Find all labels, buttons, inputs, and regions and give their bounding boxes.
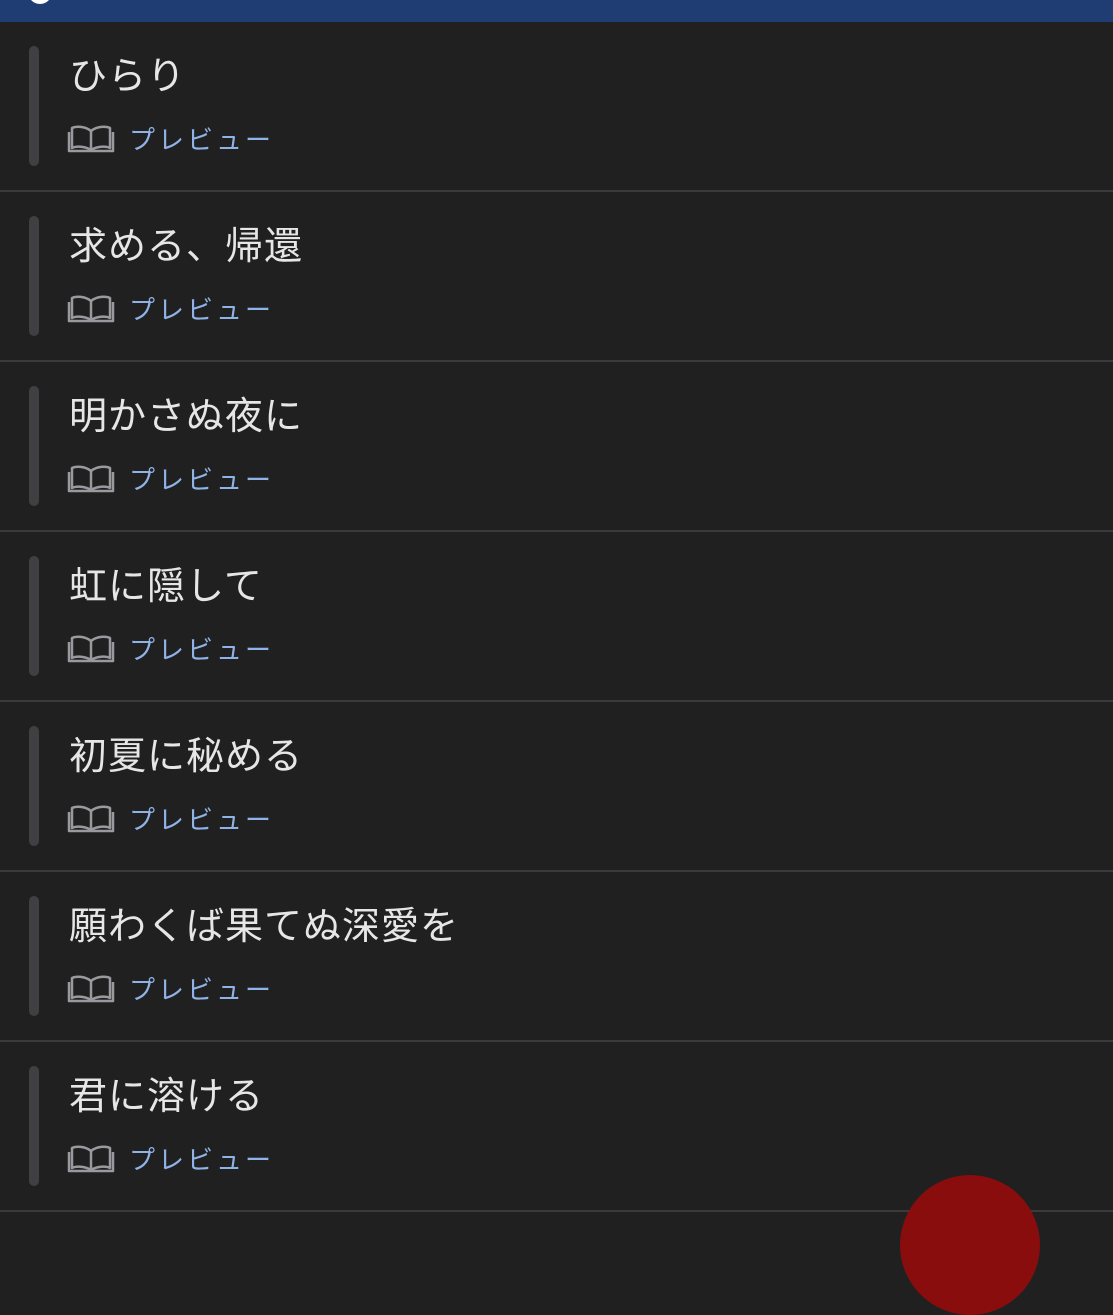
book-icon [67,465,115,493]
list-item[interactable]: 求める、帰還 プレビュー [0,192,1113,362]
item-accent-bar [29,896,39,1016]
chapter-list: ひらり プレビュー 求める、帰還 プレビュー 明かさぬ夜に プレビュー 虹に隠し… [0,22,1113,1212]
preview-link[interactable]: プレビュー [67,290,274,326]
book-icon [67,295,115,323]
item-title[interactable]: 虹に隠して [69,562,263,610]
item-title[interactable]: 初夏に秘める [69,732,303,780]
item-title[interactable]: 願わくば果てぬ深愛を [69,902,459,950]
item-title[interactable]: 求める、帰還 [69,222,303,270]
search-icon[interactable] [28,0,52,4]
preview-label: プレビュー [129,1145,275,1176]
item-accent-bar [29,726,39,846]
preview-label: プレビュー [129,635,275,666]
preview-label: プレビュー [129,465,275,496]
preview-link[interactable]: プレビュー [67,120,274,156]
list-item[interactable]: 願わくば果てぬ深愛を プレビュー [0,872,1113,1042]
item-title[interactable]: 明かさぬ夜に [69,392,303,440]
preview-link[interactable]: プレビュー [67,800,274,836]
preview-label: プレビュー [129,125,275,156]
preview-link[interactable]: プレビュー [67,630,274,666]
list-item[interactable]: 虹に隠して プレビュー [0,532,1113,702]
item-accent-bar [29,46,39,166]
top-app-bar [0,0,1113,22]
item-accent-bar [29,1066,39,1186]
book-icon [67,975,115,1003]
item-title[interactable]: ひらり [69,52,186,100]
preview-label: プレビュー [129,805,275,836]
floating-action-button[interactable] [900,1175,1040,1315]
preview-link[interactable]: プレビュー [67,970,274,1006]
item-accent-bar [29,556,39,676]
book-icon [67,125,115,153]
book-icon [67,635,115,663]
list-item[interactable]: 明かさぬ夜に プレビュー [0,362,1113,532]
item-accent-bar [29,386,39,506]
preview-label: プレビュー [129,295,275,326]
book-icon [67,1145,115,1173]
preview-link[interactable]: プレビュー [67,1140,274,1176]
list-item[interactable]: ひらり プレビュー [0,22,1113,192]
preview-link[interactable]: プレビュー [67,460,274,496]
list-item[interactable]: 初夏に秘める プレビュー [0,702,1113,872]
book-icon [67,805,115,833]
item-title[interactable]: 君に溶ける [69,1072,264,1120]
preview-label: プレビュー [129,975,275,1006]
item-accent-bar [29,216,39,336]
